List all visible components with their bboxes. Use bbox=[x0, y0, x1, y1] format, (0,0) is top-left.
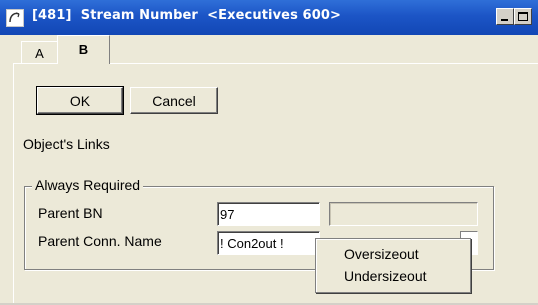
cancel-button[interactable]: Cancel bbox=[130, 87, 218, 114]
parent-conn-name-input[interactable]: ! Con2out ! bbox=[217, 231, 320, 255]
tab-a[interactable]: A bbox=[21, 41, 58, 63]
app-icon bbox=[6, 9, 24, 27]
connection-dropdown-menu: Oversizeout Undersizeout bbox=[315, 238, 471, 293]
parent-bn-label: Parent BN bbox=[38, 205, 103, 221]
parent-conn-name-label: Parent Conn. Name bbox=[38, 233, 162, 249]
maximize-icon bbox=[518, 12, 528, 21]
group-title: Always Required bbox=[32, 177, 144, 193]
parent-bn-input[interactable]: 97 bbox=[217, 202, 320, 226]
tab-b[interactable]: B bbox=[57, 35, 110, 64]
dialog-window: [481] Stream Number <Executives 600> A B… bbox=[0, 0, 538, 305]
title-bar[interactable]: [481] Stream Number <Executives 600> bbox=[0, 0, 538, 35]
ok-button[interactable]: OK bbox=[36, 86, 124, 115]
minimize-button[interactable] bbox=[496, 8, 514, 25]
minimize-icon bbox=[501, 19, 508, 21]
maximize-button[interactable] bbox=[514, 8, 532, 25]
window-title: [481] Stream Number <Executives 600> bbox=[32, 8, 341, 23]
menu-item-undersizeout[interactable]: Undersizeout bbox=[344, 268, 427, 284]
panel-edge bbox=[13, 63, 14, 305]
parent-bn-lookup-field bbox=[329, 202, 478, 226]
menu-item-oversizeout[interactable]: Oversizeout bbox=[344, 246, 419, 262]
objects-links-label: Object's Links bbox=[23, 136, 110, 152]
